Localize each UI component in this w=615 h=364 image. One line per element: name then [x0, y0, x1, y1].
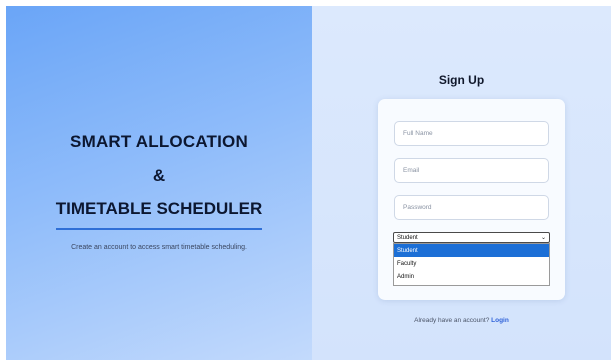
role-select[interactable]: Student ⌄: [393, 232, 550, 243]
role-option-admin[interactable]: Admin: [394, 270, 549, 283]
email-placeholder: Email: [403, 167, 420, 174]
signup-page: SMART ALLOCATION & TIMETABLE SCHEDULER C…: [6, 6, 611, 360]
role-select-value: Student: [397, 234, 418, 241]
full-name-placeholder: Full Name: [403, 130, 433, 137]
login-link[interactable]: Login: [491, 317, 509, 324]
role-dropdown-list: Student Faculty Admin: [393, 243, 550, 286]
email-input[interactable]: Email: [394, 158, 549, 183]
chevron-down-icon: ⌄: [540, 235, 546, 241]
login-prompt: Already have an account? Login: [312, 317, 611, 324]
app-title-line2: TIMETABLE SCHEDULER: [55, 199, 263, 218]
app-title-ampersand: &: [152, 166, 166, 185]
role-option-student[interactable]: Student: [394, 244, 549, 257]
app-title: SMART ALLOCATION & TIMETABLE SCHEDULER: [6, 132, 312, 230]
brand-panel: SMART ALLOCATION & TIMETABLE SCHEDULER C…: [6, 6, 312, 360]
login-prompt-text: Already have an account?: [414, 317, 490, 324]
password-placeholder: Password: [403, 204, 432, 211]
password-input[interactable]: Password: [394, 195, 549, 220]
full-name-input[interactable]: Full Name: [394, 121, 549, 146]
title-underline: [56, 228, 262, 230]
tagline: Create an account to access smart timeta…: [71, 244, 247, 251]
signup-card: Full Name Email Password Student ⌄ Stude…: [378, 99, 565, 300]
form-panel: Sign Up Full Name Email Password Student…: [312, 6, 611, 360]
role-option-faculty[interactable]: Faculty: [394, 257, 549, 270]
app-title-line1: SMART ALLOCATION: [70, 132, 248, 151]
form-title: Sign Up: [438, 73, 485, 87]
